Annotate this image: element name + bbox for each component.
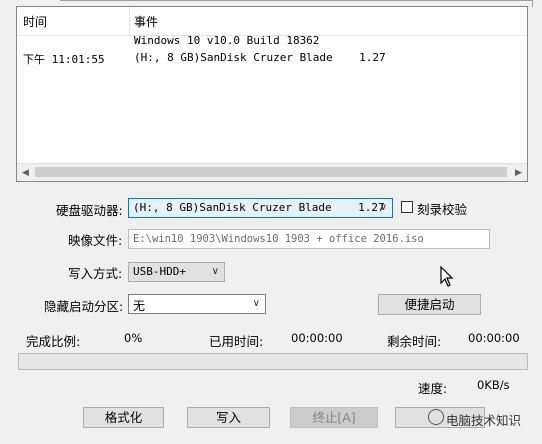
verify-label[interactable]: 刻录校验 (417, 199, 467, 218)
log-row-1-event: Windows 10 v10.0 Build 18362 (134, 34, 320, 47)
hidden-partition-select[interactable]: 无 ∨ (128, 294, 266, 314)
quick-boot-button[interactable]: 便捷启动 (378, 294, 481, 315)
format-button[interactable]: 格式化 (83, 407, 164, 428)
write-mode-value: USB-HDD+ (133, 265, 186, 278)
remaining-value: 00:00:00 (468, 331, 520, 345)
scroll-right-arrow-icon[interactable]: ▶ (510, 164, 527, 181)
log-list[interactable]: 时间 事件 Windows 10 v10.0 Build 18362 下午 11… (16, 6, 528, 182)
log-col-time[interactable]: 时间 (23, 13, 47, 30)
hidden-partition-label: 隐藏启动分区: (44, 299, 124, 314)
log-row-2-event: (H:, 8 GB)SanDisk Cruzer Blade 1.27 (134, 51, 386, 64)
write-mode-label: 写入方式: (68, 266, 123, 281)
log-row-2-time: 下午 11:01:55 (23, 53, 105, 66)
elapsed-value: 00:00:00 (291, 331, 343, 345)
write-mode-select[interactable]: USB-HDD+ ∨ (128, 262, 225, 282)
write-button[interactable]: 写入 (187, 407, 270, 428)
drive-select[interactable]: (H:, 8 GB)SanDisk Cruzer Blade 1.27 ∨ (128, 198, 393, 218)
group-border-corner (532, 0, 542, 7)
watermark-logo-icon (428, 409, 444, 425)
header-separator[interactable] (129, 7, 130, 35)
image-file-value: E:\win10 1903\Windows10 1903 + office 20… (133, 233, 424, 245)
chevron-down-icon: ∨ (379, 202, 387, 213)
elapsed-label: 已用时间: (209, 334, 264, 349)
complete-label: 完成比例: (26, 334, 81, 349)
hidden-partition-value: 无 (133, 299, 146, 313)
watermark-text: 电脑技术知识 (446, 413, 522, 428)
speed-value: 0KB/s (477, 378, 510, 392)
speed-label: 速度: (418, 381, 448, 396)
drive-label: 硬盘驱动器: (56, 203, 123, 218)
image-file-field[interactable]: E:\win10 1903\Windows10 1903 + office 20… (128, 229, 490, 249)
scroll-left-arrow-icon[interactable]: ◀ (17, 164, 34, 181)
mouse-cursor-icon (440, 265, 454, 294)
image-file-label: 映像文件: (68, 233, 123, 248)
log-header: 时间 事件 (17, 7, 527, 36)
drive-select-value: (H:, 8 GB)SanDisk Cruzer Blade 1.27 (133, 201, 385, 214)
progress-bar (18, 353, 528, 370)
chevron-down-icon: ∨ (211, 266, 219, 277)
verify-checkbox[interactable] (401, 201, 413, 213)
complete-value: 0% (124, 331, 143, 345)
group-border-line (60, 0, 532, 1)
scroll-thumb[interactable] (35, 167, 507, 177)
remaining-label: 剩余时间: (387, 334, 442, 349)
stop-button[interactable]: 终止[A] (290, 407, 378, 428)
chevron-down-icon: ∨ (252, 298, 260, 309)
log-col-event[interactable]: 事件 (134, 13, 158, 30)
log-horizontal-scrollbar[interactable]: ◀ ▶ (17, 163, 527, 181)
